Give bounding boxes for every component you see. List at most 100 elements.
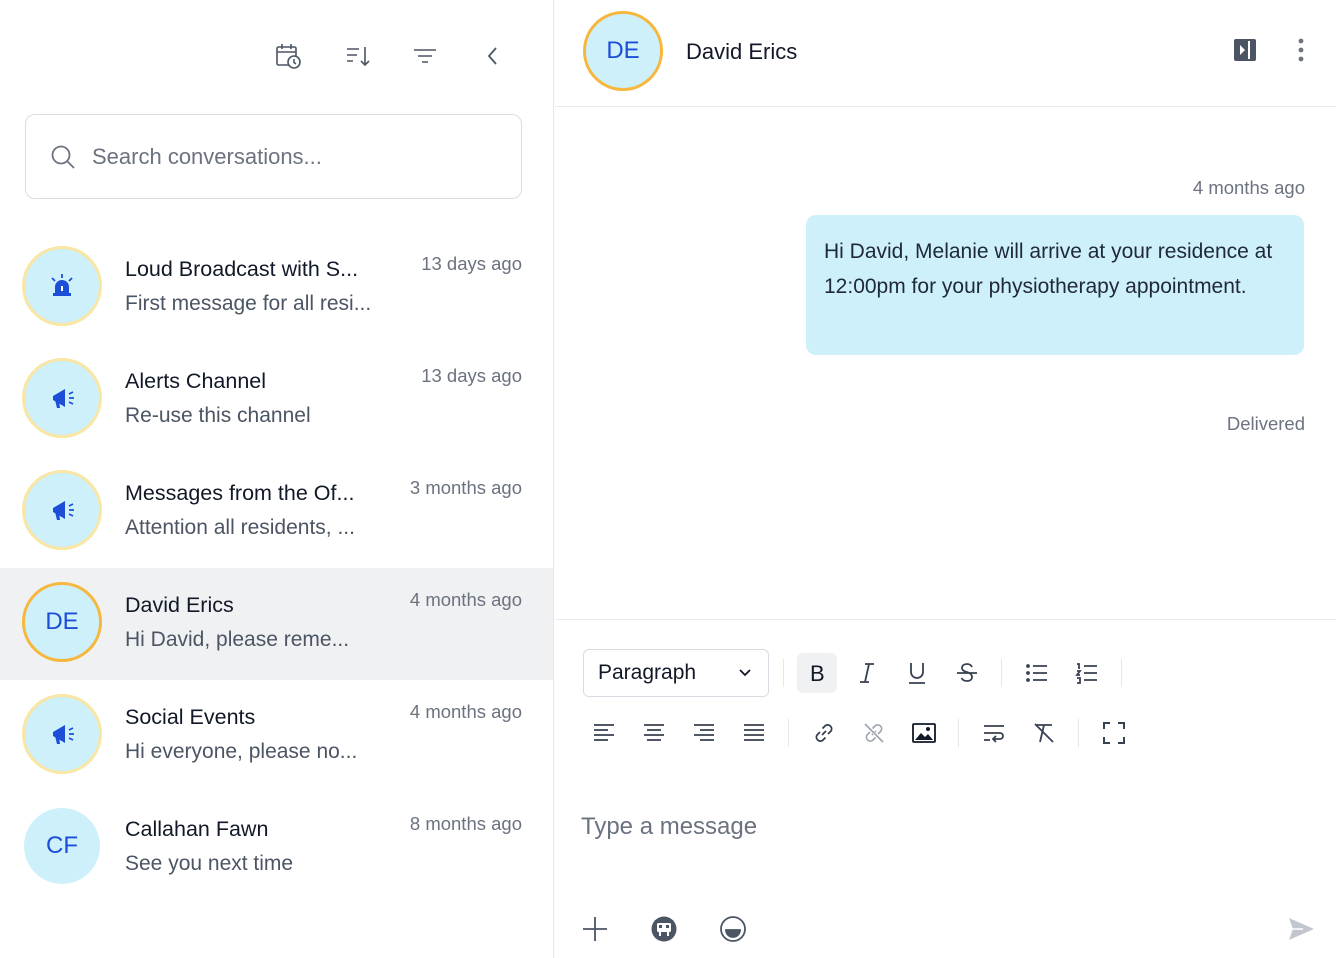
emoji-button[interactable] — [713, 909, 753, 949]
conversation-avatar: CF — [24, 808, 100, 884]
align-justify-icon — [744, 724, 764, 741]
conversation-name: Social Events — [125, 705, 256, 729]
conversation-name: Messages from the Of... — [125, 481, 355, 505]
conversation-avatar — [22, 694, 102, 774]
emoji-icon — [720, 916, 746, 942]
send-icon — [1289, 918, 1314, 940]
conversation-name: Loud Broadcast with S... — [125, 257, 359, 281]
avatar-initials: DE — [606, 37, 640, 64]
conversation-item[interactable]: Loud Broadcast with S... First message f… — [0, 232, 553, 344]
insert-link-button[interactable] — [804, 713, 844, 753]
message-thread: 4 months ago Hi David, Melanie will arri… — [555, 108, 1336, 620]
megaphone-icon — [53, 501, 74, 520]
italic-button[interactable] — [847, 653, 887, 693]
contact-name: David Erics — [686, 39, 798, 64]
sidebar-toolbar — [0, 36, 554, 76]
message-bubble-outgoing: Hi David, Melanie will arrive at your re… — [806, 215, 1304, 355]
conversation-avatar — [22, 470, 102, 550]
conversation-preview: Hi everyone, please no... — [125, 740, 358, 763]
conversation-preview: Hi David, please reme... — [125, 628, 350, 651]
conversation-avatar — [22, 358, 102, 438]
bullet-list-icon — [1026, 664, 1047, 682]
align-right-icon — [694, 724, 714, 741]
filter-button[interactable] — [405, 36, 445, 76]
sort-button[interactable] — [337, 36, 377, 76]
contact-avatar[interactable]: DE — [583, 11, 663, 91]
schedule-button[interactable] — [268, 36, 308, 76]
insert-image-button[interactable] — [904, 713, 944, 753]
text-wrap-button[interactable] — [974, 713, 1014, 753]
bold-icon: B — [810, 661, 825, 686]
strikethrough-icon — [957, 663, 977, 682]
calendar-clock-icon — [276, 44, 301, 69]
conversation-item[interactable]: Social Events Hi everyone, please no... … — [0, 680, 553, 792]
conversation-avatar — [22, 246, 102, 326]
conversation-item[interactable]: Alerts Channel Re-use this channel 13 da… — [0, 344, 553, 456]
conversation-time: 3 months ago — [409, 477, 522, 498]
conversation-sidebar: Loud Broadcast with S... First message f… — [0, 0, 554, 958]
align-justify-button[interactable] — [734, 713, 774, 753]
conversation-time: 13 days ago — [421, 253, 522, 274]
search-box — [25, 114, 522, 199]
toggle-details-panel-button[interactable] — [1225, 30, 1265, 70]
align-center-button[interactable] — [634, 713, 674, 753]
conversation-preview: See you next time — [125, 852, 294, 875]
fullscreen-button[interactable] — [1094, 713, 1134, 753]
conversation-preview: Re-use this channel — [125, 404, 311, 427]
robot-icon — [651, 916, 677, 942]
numbered-list-button[interactable] — [1067, 653, 1107, 693]
template-button[interactable] — [644, 909, 684, 949]
search-input[interactable] — [92, 143, 492, 170]
message-composer: Paragraph B — [555, 621, 1336, 958]
bold-button[interactable]: B — [797, 653, 837, 693]
plus-icon — [583, 917, 607, 941]
conversation-avatar: DE — [22, 582, 102, 662]
conversation-preview: First message for all resi... — [125, 292, 372, 315]
image-icon — [912, 723, 936, 743]
conversation-time: 8 months ago — [409, 813, 522, 834]
message-input[interactable] — [581, 807, 1301, 847]
fullscreen-icon — [1103, 722, 1125, 744]
conversation-time: 4 months ago — [409, 701, 522, 722]
align-left-button[interactable] — [584, 713, 624, 753]
chevron-left-icon — [487, 47, 497, 65]
remove-link-button[interactable] — [854, 713, 894, 753]
conversation-item[interactable]: Messages from the Of... Attention all re… — [0, 456, 553, 568]
conversation-time: 13 days ago — [421, 365, 522, 386]
chat-header: DE David Erics — [555, 0, 1336, 107]
italic-icon — [860, 663, 874, 683]
clear-format-icon — [1034, 723, 1054, 743]
sort-descending-icon — [347, 47, 370, 67]
numbered-list-icon — [1075, 663, 1097, 684]
megaphone-icon — [53, 389, 74, 408]
sidebar-panel-icon — [1234, 39, 1256, 61]
conversation-name: Callahan Fawn — [125, 817, 269, 841]
align-right-button[interactable] — [684, 713, 724, 753]
conversation-time: 4 months ago — [409, 589, 522, 610]
avatar-initials: CF — [46, 832, 78, 859]
conversation-name: David Erics — [125, 593, 234, 617]
collapse-sidebar-button[interactable] — [473, 36, 513, 76]
conversation-name: Alerts Channel — [125, 369, 267, 393]
strikethrough-button[interactable] — [947, 653, 987, 693]
unlink-icon — [864, 723, 884, 743]
conversation-item-active[interactable]: DE David Erics Hi David, please reme... … — [0, 568, 553, 680]
clear-formatting-button[interactable] — [1024, 713, 1064, 753]
block-format-select[interactable]: Paragraph — [583, 649, 769, 697]
conversation-item[interactable]: CF Callahan Fawn See you next time 8 mon… — [0, 792, 553, 904]
siren-icon — [51, 274, 73, 296]
align-left-icon — [594, 724, 614, 741]
bullet-list-button[interactable] — [1017, 653, 1057, 693]
underline-button[interactable] — [897, 653, 937, 693]
avatar-initials: DE — [45, 608, 79, 635]
conversation-preview: Attention all residents, ... — [125, 516, 355, 539]
filter-icon — [414, 49, 436, 63]
underline-icon — [909, 663, 925, 684]
more-options-button[interactable] — [1281, 30, 1321, 70]
conversation-list: Loud Broadcast with S... First message f… — [0, 232, 554, 904]
more-vertical-icon — [1298, 38, 1304, 62]
send-button[interactable] — [1281, 909, 1321, 949]
attach-button[interactable] — [575, 909, 615, 949]
message-status: Delivered — [1226, 413, 1305, 434]
megaphone-icon — [53, 725, 74, 744]
